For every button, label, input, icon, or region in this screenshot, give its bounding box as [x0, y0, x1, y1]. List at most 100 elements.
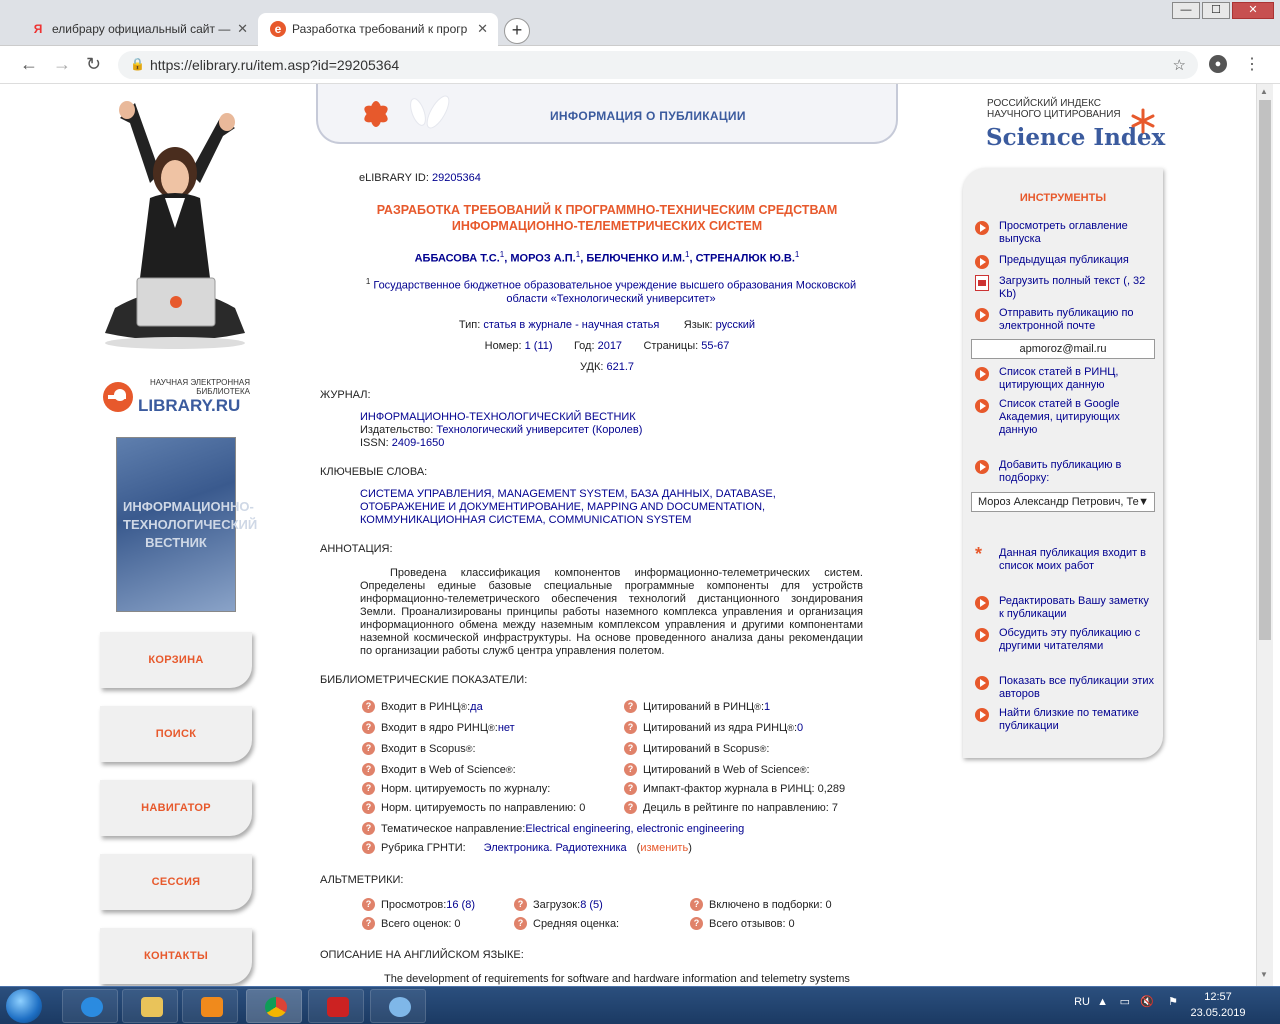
help-icon[interactable]: ? [362, 763, 375, 776]
session-button[interactable]: СЕССИЯ [100, 854, 252, 910]
help-icon[interactable]: ? [514, 898, 527, 911]
close-icon[interactable]: ✕ [237, 21, 248, 37]
help-icon[interactable]: ? [624, 801, 637, 814]
author-link[interactable]: МОРОЗ А.П. [510, 253, 575, 265]
affiliation-link[interactable]: Государственное бюджетное образовательно… [373, 280, 856, 305]
volume-muted-icon[interactable]: 🔇 [1140, 995, 1154, 1008]
pub-udk: УДК: 621.7 [316, 361, 898, 373]
taskbar-acrobat[interactable] [308, 989, 364, 1023]
close-icon[interactable]: ✕ [477, 21, 488, 37]
theme-link[interactable]: Electrical engineering, electronic engin… [525, 823, 744, 835]
back-icon[interactable]: ← [20, 54, 38, 75]
publisher-link[interactable]: Технологический университет (Королев) [436, 424, 642, 436]
scroll-down-icon[interactable]: ▼ [1260, 970, 1268, 979]
downloads-count: ? Загрузок: 8 (5) [514, 898, 603, 911]
clock-date[interactable]: 23.05.2019 [1182, 1007, 1254, 1019]
clock-time[interactable]: 12:57 [1188, 991, 1248, 1003]
udk-value: 621.7 [606, 361, 634, 373]
tab-publication[interactable]: e Разработка требований к прогр ✕ [258, 13, 498, 46]
taskbar-media-player[interactable] [182, 989, 238, 1023]
help-icon[interactable]: ? [690, 898, 703, 911]
forward-icon[interactable]: → [53, 54, 71, 75]
tools-panel: ИНСТРУМЕНТЫ Просмотреть оглавление выпус… [963, 168, 1163, 758]
start-button[interactable] [6, 989, 42, 1023]
pub-issue-year-pages: Номер: 1 (11) Год: 2017 Страницы: 55-67 [316, 340, 898, 352]
tool-author-publications[interactable]: Показать все публикации этих авторов [975, 675, 1155, 701]
menu-icon[interactable]: ⋮ [1244, 54, 1260, 74]
help-icon[interactable]: ? [362, 917, 375, 930]
affiliation: 1 Государственное бюджетное образователь… [356, 275, 866, 306]
keywords-list[interactable]: СИСТЕМА УПРАВЛЕНИЯ, MANAGEMENT SYSTEM, Б… [360, 488, 830, 527]
grnti-change-link[interactable]: изменить [640, 842, 688, 854]
network-icon[interactable]: ▭ [1120, 995, 1130, 1008]
page-scrollbar[interactable]: ▲ ▼ [1256, 84, 1273, 986]
elibrary-id-value[interactable]: 29205364 [432, 172, 481, 184]
help-icon[interactable]: ? [362, 801, 375, 814]
reload-icon[interactable]: ↻ [86, 54, 101, 75]
minimize-button[interactable]: — [1172, 2, 1200, 19]
new-tab-button[interactable]: + [504, 18, 530, 44]
taskbar-paint[interactable] [370, 989, 426, 1023]
tab-elibrary-search[interactable]: Я елибрару официальный сайт — ✕ [18, 13, 258, 46]
abstract-heading: АННОТАЦИЯ: [320, 543, 393, 555]
address-bar[interactable]: 🔒 https://elibrary.ru/item.asp?id=292053… [118, 51, 1198, 79]
media-player-icon [201, 997, 223, 1017]
language-indicator[interactable]: RU [1074, 996, 1090, 1008]
collection-select[interactable]: Мороз Александр Петрович, Те ▼ [971, 492, 1155, 512]
show-hidden-icons-icon[interactable]: ▲ [1097, 996, 1108, 1008]
scrollbar-thumb[interactable] [1259, 100, 1271, 640]
journal-cover-image[interactable]: ИНФОРМАЦИОННО-ТЕХНОЛОГИЧЕСКИЙ ВЕСТНИК [116, 437, 257, 612]
profile-icon[interactable]: ● [1209, 55, 1227, 73]
close-window-button[interactable]: ✕ [1232, 2, 1274, 19]
help-icon[interactable]: ? [624, 782, 637, 795]
help-icon[interactable]: ? [624, 763, 637, 776]
navigator-button[interactable]: НАВИГАТОР [100, 780, 252, 836]
maximize-button[interactable]: ☐ [1202, 2, 1230, 19]
issue-link[interactable]: 1 (11) [525, 340, 553, 352]
taskbar-ie[interactable] [62, 989, 118, 1023]
search-button[interactable]: ПОИСК [100, 706, 252, 762]
cart-button[interactable]: КОРЗИНА [100, 632, 252, 688]
altmetrics-heading: АЛЬТМЕТРИКИ: [320, 874, 404, 886]
help-icon[interactable]: ? [362, 898, 375, 911]
help-icon[interactable]: ? [624, 700, 637, 713]
tool-my-works[interactable]: * Данная публикация входит в список моих … [975, 545, 1155, 573]
taskbar-explorer[interactable] [122, 989, 178, 1023]
tool-download-fulltext[interactable]: Загрузить полный текст (, 32 Kb) [975, 275, 1155, 301]
help-icon[interactable]: ? [362, 782, 375, 795]
elibrary-logo[interactable]: НАУЧНАЯ ЭЛЕКТРОННАЯ БИБЛИОТЕКА LIBRARY.R… [100, 373, 260, 423]
tool-add-to-collection[interactable]: Добавить публикацию в подборку: [975, 459, 1155, 485]
author-link[interactable]: АББАСОВА Т.С. [415, 253, 500, 265]
contacts-button[interactable]: КОНТАКТЫ [100, 928, 252, 984]
tool-send-email[interactable]: Отправить публикацию по электронной почт… [975, 307, 1155, 333]
journal-link[interactable]: ИНФОРМАЦИОННО-ТЕХНОЛОГИЧЕСКИЙ ВЕСТНИК [360, 411, 880, 424]
help-icon[interactable]: ? [624, 721, 637, 734]
help-icon[interactable]: ? [362, 841, 375, 854]
tool-previous-publication[interactable]: Предыдущая публикация [975, 254, 1155, 269]
help-icon[interactable]: ? [690, 917, 703, 930]
action-center-icon[interactable]: ⚑ [1168, 995, 1178, 1008]
tool-rinc-citing[interactable]: Список статей в РИНЦ, цитирующих данную [975, 366, 1155, 392]
help-icon[interactable]: ? [362, 700, 375, 713]
tool-similar-publications[interactable]: Найти близкие по тематике публикации [975, 707, 1155, 733]
tool-google-citing[interactable]: Список статей в Google Академия, цитирую… [975, 398, 1155, 437]
tool-discuss[interactable]: Обсудить эту публикацию с другими читате… [975, 627, 1155, 653]
scroll-up-icon[interactable]: ▲ [1260, 87, 1268, 96]
biblio-item: ? Цитирований из ядра РИНЦ ®: 0 [624, 721, 803, 734]
tool-edit-note[interactable]: Редактировать Вашу заметку к публикации [975, 595, 1155, 621]
bookmark-star-icon[interactable]: ☆ [1173, 56, 1186, 74]
author-link[interactable]: БЕЛЮЧЕНКО И.М. [586, 253, 685, 265]
taskbar-chrome[interactable] [246, 989, 302, 1023]
help-icon[interactable]: ? [624, 742, 637, 755]
biblio-value[interactable]: 1 [764, 701, 770, 713]
acrobat-icon [327, 997, 349, 1017]
author-link[interactable]: СТРЕНАЛЮК Ю.В. [696, 253, 795, 265]
biblio-item: ? Норм. цитируемость по направлению: 0 [362, 801, 585, 814]
help-icon[interactable]: ? [362, 822, 375, 835]
help-icon[interactable]: ? [362, 742, 375, 755]
tool-view-toc[interactable]: Просмотреть оглавление выпуска [975, 220, 1155, 246]
help-icon[interactable]: ? [514, 917, 527, 930]
email-field[interactable]: apmoroz@mail.ru [971, 339, 1155, 359]
help-icon[interactable]: ? [362, 721, 375, 734]
grnti-link[interactable]: Электроника. Радиотехника [484, 842, 627, 854]
